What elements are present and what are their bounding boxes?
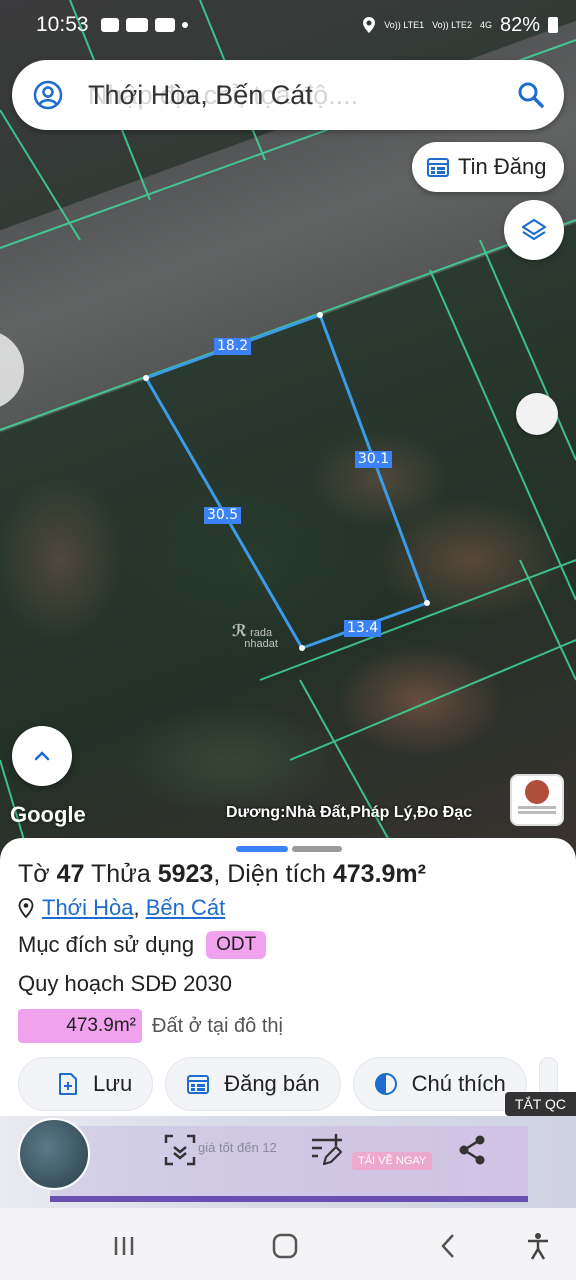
add-edit-icon [312, 1134, 343, 1166]
home-icon [272, 1233, 298, 1259]
location-pin-icon [18, 898, 34, 918]
expand-up-button[interactable] [12, 726, 72, 786]
commune-link[interactable]: Thới Hòa [42, 895, 133, 920]
battery-icon [548, 17, 558, 33]
save-button[interactable]: Lưu [18, 1057, 154, 1111]
ad-cta-button[interactable]: TẢI VỀ NGAY [352, 1152, 433, 1170]
recent-apps-icon [114, 1237, 134, 1255]
legend-button[interactable]: Chú thích [352, 1057, 527, 1111]
contrast-icon [374, 1073, 397, 1095]
layers-button[interactable] [504, 200, 564, 260]
calendar-list-icon [187, 1075, 210, 1094]
share-button[interactable] [450, 1128, 494, 1172]
search-value: Thới Hòa, Bến Cát [88, 79, 313, 110]
layers-icon [521, 218, 547, 241]
plan-title: Quy hoạch SDĐ 2030 [18, 971, 233, 996]
chevron-up-icon [34, 751, 50, 761]
back-icon [441, 1234, 454, 1258]
accessibility-icon [528, 1233, 548, 1260]
sheet-handle[interactable] [236, 846, 342, 852]
search-icon[interactable] [516, 80, 546, 110]
zalo-icon [125, 18, 148, 32]
side-handle[interactable] [516, 393, 558, 435]
status-bar: 10:53 Vo)) LTE1 Vo)) LTE2 4G 82% [0, 0, 576, 50]
back-button[interactable] [428, 1228, 468, 1264]
land-use-badge: ODT [206, 931, 267, 959]
notification-dot-icon [181, 22, 188, 28]
gallery-icon [100, 18, 119, 32]
parcel-location: Thới Hòa, Bến Cát [18, 895, 558, 921]
system-nav-bar [0, 1208, 576, 1280]
add-edit-button[interactable] [304, 1128, 348, 1172]
google-logo: Google [10, 802, 86, 827]
recent-apps-button[interactable] [104, 1228, 144, 1264]
action-row: Lưu Đăng bán Chú thích [18, 1057, 558, 1111]
status-time: 10:53 [36, 13, 89, 36]
land-use-row: Mục đích sử dụng ODT [18, 931, 558, 959]
post-sale-button[interactable]: Đăng bán [165, 1057, 341, 1111]
plan-area-chip: 473.9m² [18, 1009, 142, 1043]
dimension-label: 18.2 [214, 338, 252, 355]
map-thumbnail[interactable] [18, 1118, 90, 1190]
share-icon [459, 1135, 485, 1165]
location-icon [363, 17, 376, 33]
search-bar[interactable]: Nhập địa chỉ, tọa độ.... Thới Hòa, Bến C… [12, 60, 564, 130]
land-use-label: Mục đích sử dụng [18, 932, 195, 957]
add-file-icon [59, 1073, 77, 1095]
battery-percent: 82% [499, 13, 540, 36]
account-icon[interactable] [32, 79, 64, 111]
dimension-label: 30.1 [355, 451, 393, 468]
ad-text: giá tốt đến 12 [198, 1140, 277, 1155]
youtube-icon [154, 18, 175, 32]
district-link[interactable]: Bến Cát [146, 895, 226, 920]
sim1-signal: Vo)) LTE1 [384, 19, 425, 30]
scan-icon [164, 1134, 196, 1166]
parcel-title: Tờ 47 Thửa 5923, Diện tích 473.9m² [18, 860, 426, 888]
plan-area-description: Đất ở tại đô thị [152, 1014, 283, 1037]
scan-button[interactable] [158, 1128, 202, 1172]
sim2-signal: Vo)) LTE2 [432, 19, 472, 30]
profile-thumbnail[interactable] [510, 774, 564, 826]
dimension-label: 30.5 [204, 507, 242, 524]
dimension-label: 13.4 [344, 620, 382, 637]
listings-button[interactable]: Tin Đăng [412, 142, 564, 192]
accessibility-button[interactable] [518, 1228, 558, 1264]
home-button[interactable] [265, 1228, 305, 1264]
listings-label: Tin Đăng [458, 154, 547, 179]
parcel-info-sheet: Tờ 47 Thửa 5923, Diện tích 473.9m² Thới … [0, 838, 576, 1128]
network-type: 4G [479, 19, 492, 30]
search-input[interactable]: Nhập địa chỉ, tọa độ.... Thới Hòa, Bến C… [88, 80, 516, 111]
watermark: ℛ rada nhadat [232, 623, 278, 650]
calendar-list-icon [427, 158, 449, 177]
close-ad-button[interactable]: TẮT QC [504, 1092, 576, 1116]
map-attribution: Dương:Nhà Đất,Pháp Lý,Đo Đạc [226, 804, 473, 821]
plan-area-row: 473.9m² Đất ở tại đô thị [18, 1009, 558, 1043]
